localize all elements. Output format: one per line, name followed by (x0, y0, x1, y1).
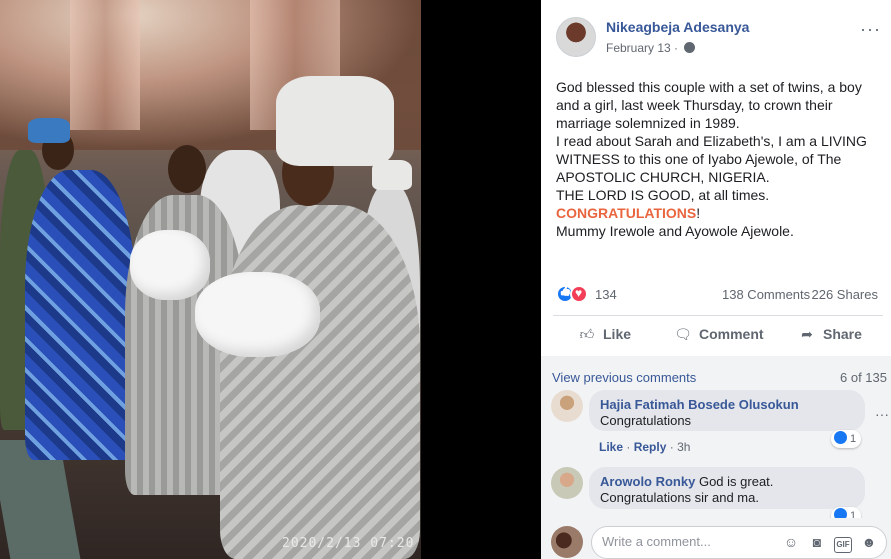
gele-headwrap (276, 76, 394, 166)
date-text: February 13 · (606, 41, 682, 55)
headwrap (28, 118, 70, 143)
photo-timestamp: 2020/2/13 07:20 (282, 536, 415, 551)
sticker-icon[interactable]: ☻ (860, 534, 878, 550)
comment-like-count: 1 (850, 433, 857, 445)
comment-input-icons: ☺ ◙ GIF ☻ (774, 534, 878, 553)
comment-text-continued: Congratulations sir and ma. (600, 490, 759, 505)
drape (70, 0, 140, 130)
more-options-icon[interactable]: ··· (860, 19, 881, 40)
post-header: Nikeagbeja Adesanya February 13 · ··· (541, 0, 891, 68)
like-button[interactable]: 👍︎ Like (577, 326, 631, 343)
comment-bubble: Hajia Fatimah Bosede Olusokun Congratula… (589, 390, 865, 431)
comment-input-wrapper[interactable]: ☺ ◙ GIF ☻ (591, 526, 887, 559)
commenter-avatar[interactable] (551, 390, 583, 422)
share-button[interactable]: ➦ Share (797, 326, 862, 343)
post-text-line: and a girl, last week Thursday, to crown… (556, 97, 833, 113)
reactions-bar: 134 138 Comments 226 Shares (556, 285, 886, 305)
shares-count[interactable]: 226 Shares (812, 287, 879, 302)
mother (220, 205, 420, 559)
post-panel: Nikeagbeja Adesanya February 13 · ··· Go… (541, 0, 891, 559)
comment-like-badge[interactable]: 1 (831, 430, 862, 448)
share-label: Share (823, 326, 862, 342)
like-badge-icon (834, 431, 847, 444)
thumbs-up-icon: 👍︎ (579, 326, 595, 342)
reaction-count[interactable]: 134 (595, 287, 617, 302)
comment-meta: Like · Reply · 3h (599, 440, 690, 454)
post-text-line: God blessed this couple with a set of tw… (556, 79, 862, 95)
globe-icon (684, 42, 696, 53)
comment-time[interactable]: 3h (677, 440, 690, 454)
comment-reply-link[interactable]: Reply (634, 440, 667, 454)
comment-input[interactable] (602, 534, 772, 549)
author-avatar[interactable] (556, 17, 596, 57)
commenter-avatar[interactable] (551, 467, 583, 499)
comment-bubble: Arowolo Ronky God is great. Congratulati… (589, 467, 865, 509)
baby-bundle (195, 272, 320, 357)
author-name[interactable]: Nikeagbeja Adesanya (606, 19, 749, 35)
post-text-line: marriage solemnized in 1989. (556, 115, 740, 131)
baby-bundle (130, 230, 210, 300)
comment-first-line: Arowolo Ronky God is great. (600, 474, 854, 490)
comment-label: Comment (699, 326, 764, 342)
post-date[interactable]: February 13 · (606, 41, 696, 55)
post-text-line: WITNESS to this one of Iyabo Ajewole, of… (556, 151, 842, 167)
emoji-icon[interactable]: ☺ (782, 534, 800, 550)
camera-icon[interactable]: ◙ (808, 534, 826, 550)
current-user-avatar (551, 526, 583, 558)
congratulations-text: CONGRATULATIONS (556, 205, 697, 221)
share-icon: ➦ (801, 326, 813, 342)
like-label: Like (603, 326, 632, 342)
comment-text: God is great. (698, 474, 774, 489)
post-text-line: I read about Sarah and Elizabeth's, I am… (556, 133, 867, 149)
post-signature: Mummy Irewole and Ayowole Ajewole. (556, 223, 794, 239)
post-actions: 👍︎ Like 🗨︎ Comment ➦ Share (553, 315, 883, 355)
comment-button[interactable]: 🗨︎ Comment (673, 326, 764, 343)
comment-like-link[interactable]: Like (599, 440, 623, 454)
comment-icon: 🗨︎ (674, 326, 692, 342)
meta-separator: · (669, 440, 678, 454)
comments-count[interactable]: 138 Comments (722, 287, 810, 302)
commenter-name[interactable]: Hajia Fatimah Bosede Olusokun (600, 397, 854, 413)
post-text-line: THE LORD IS GOOD, at all times. (556, 187, 770, 203)
head (168, 145, 206, 193)
woman-in-blue (25, 170, 135, 460)
write-comment-bar: ☺ ◙ GIF ☻ (541, 518, 891, 559)
meta-separator: · (626, 440, 634, 454)
comment-more-icon[interactable]: ··· (875, 406, 889, 422)
comments-pagination-count: 6 of 135 (840, 370, 887, 385)
post-text-line: APOSTOLIC CHURCH, NIGERIA. (556, 169, 770, 185)
post-photo[interactable]: 2020/2/13 07:20 (0, 0, 540, 559)
commenter-name[interactable]: Arowolo Ronky (600, 474, 695, 489)
love-reaction-icon[interactable] (570, 285, 588, 303)
post-text-line: CONGRATULATIONS! (556, 204, 881, 222)
post-text: God blessed this couple with a set of tw… (556, 78, 881, 240)
comment-text: Congratulations (600, 413, 692, 428)
photo-image (0, 0, 421, 559)
congratulations-suffix: ! (696, 205, 701, 221)
view-previous-comments-link[interactable]: View previous comments (552, 370, 696, 385)
gif-icon[interactable]: GIF (834, 537, 852, 553)
